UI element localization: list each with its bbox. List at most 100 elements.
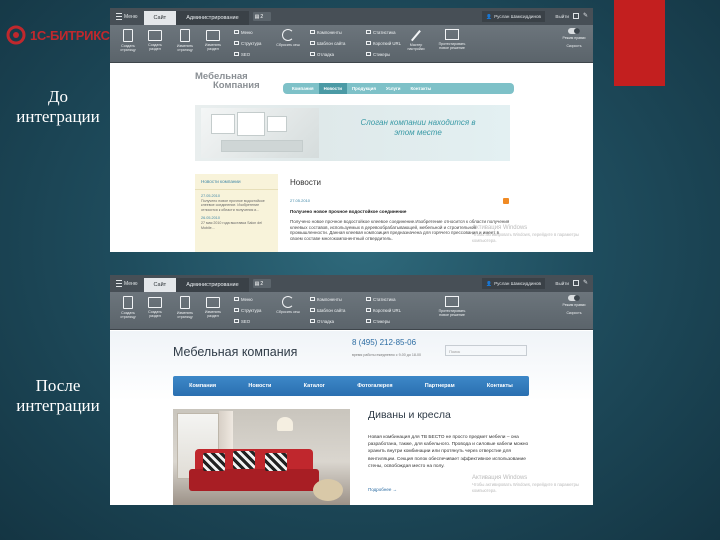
- site1-logo[interactable]: Мебельная Компания: [195, 72, 260, 91]
- stats-label: Статистика: [373, 296, 396, 302]
- reset-cache-button[interactable]: Сбросить кеш: [276, 296, 300, 314]
- edit-mode-toggle[interactable]: Режим правки Скорость: [559, 295, 589, 315]
- edit-section-label: Изменить раздел: [204, 310, 222, 318]
- site-template-icon: [310, 308, 315, 312]
- components-tool[interactable]: Компоненты: [310, 296, 342, 302]
- banner-frame: [211, 114, 235, 134]
- stats-tool[interactable]: Статистика: [366, 29, 396, 35]
- structure-tool[interactable]: Структура: [234, 40, 261, 46]
- decorative-red-bar: [614, 0, 665, 86]
- menu-tool[interactable]: Меню: [234, 29, 253, 35]
- sidebar-item-text[interactable]: Получено новое прочное водостойкое клеев…: [195, 199, 278, 212]
- stickers-tool[interactable]: Стикеры: [366, 318, 390, 324]
- preview-icon: [445, 296, 459, 307]
- preview-label: Протестировать новое решение: [438, 42, 466, 50]
- site1-nav-item[interactable]: Компания: [287, 83, 319, 94]
- new-folder-icon: [148, 30, 162, 41]
- create-section-button[interactable]: Создать раздел: [143, 296, 167, 318]
- window-icon[interactable]: [573, 280, 579, 286]
- site1-nav-item[interactable]: Услуги: [381, 83, 406, 94]
- stickers-tool[interactable]: Стикеры: [366, 51, 390, 57]
- admin-menu-label: Меню: [124, 13, 138, 20]
- site1-nav-item[interactable]: Новости: [318, 83, 347, 94]
- admin-menu-button[interactable]: Меню: [110, 275, 144, 292]
- pin-icon[interactable]: ✎: [583, 13, 589, 19]
- short-url-label: Короткий URL: [373, 307, 402, 313]
- user-button[interactable]: 👤 Руслан Шамсиддинов: [482, 278, 545, 289]
- site2-nav-item[interactable]: Компания: [189, 383, 216, 389]
- site-template-tool[interactable]: Шаблон сайта: [310, 307, 345, 313]
- debug-tool[interactable]: Отладка: [310, 318, 334, 324]
- tab-administration[interactable]: Администрирование: [176, 11, 249, 25]
- news-title[interactable]: Получено новое прочное водостойкое соеди…: [290, 209, 406, 214]
- watermark-title: Активация Windows: [472, 225, 528, 231]
- preview-button[interactable]: Протестировать новое решение: [434, 29, 470, 50]
- tab-site[interactable]: Сайт: [143, 278, 177, 292]
- short-url-tool[interactable]: Короткий URL: [366, 40, 401, 46]
- seo-tool[interactable]: SEO: [234, 318, 250, 324]
- notifications-badge[interactable]: ▤ 2: [252, 12, 271, 21]
- wizard-button[interactable]: Мастер настройки: [404, 29, 428, 51]
- edit-mode-toggle[interactable]: Режим правки Скорость: [559, 28, 589, 48]
- pin-icon[interactable]: ✎: [583, 280, 589, 286]
- user-button[interactable]: 👤 Руслан Шамсиддинов: [482, 11, 545, 22]
- reset-cache-button[interactable]: Сбросить кеш: [276, 29, 300, 47]
- logout-link[interactable]: Выйти: [555, 281, 569, 286]
- debug-tool[interactable]: Отладка: [310, 51, 334, 57]
- notifications-badge[interactable]: ▤ 2: [252, 279, 271, 288]
- more-link[interactable]: Подробнее →: [368, 487, 397, 492]
- admin-menu-button[interactable]: Меню: [110, 8, 144, 25]
- menu-tool[interactable]: Меню: [234, 296, 253, 302]
- edit-page-label: Изменить страницу: [176, 44, 194, 52]
- logout-link[interactable]: Выйти: [555, 14, 569, 19]
- caption-before: До интеграции: [16, 87, 100, 126]
- edit-folder-icon: [206, 297, 220, 308]
- structure-label: Структура: [241, 40, 262, 46]
- create-page-button[interactable]: Создать страницу: [116, 29, 140, 52]
- site2-nav-item[interactable]: Фотогалерея: [357, 383, 392, 389]
- site2-title[interactable]: Мебельная компания: [173, 345, 297, 359]
- create-page-button[interactable]: Создать страницу: [116, 296, 140, 319]
- structure-tool[interactable]: Структура: [234, 307, 261, 313]
- edit-page-button[interactable]: Изменить страницу: [173, 296, 197, 319]
- window-icon[interactable]: [573, 13, 579, 19]
- site2-nav-item[interactable]: Каталог: [304, 383, 325, 389]
- bitrix-logo: 1С-БИТРИКС: [6, 25, 110, 45]
- edit-page-button[interactable]: Изменить страницу: [173, 29, 197, 52]
- tab-administration[interactable]: Администрирование: [176, 278, 249, 292]
- rss-icon[interactable]: [503, 198, 509, 204]
- screenshot-after: Меню Сайт Администрирование ▤ 2 👤 Руслан…: [110, 275, 593, 505]
- admin-toolbar: Создать страницу Создать раздел Изменить…: [110, 25, 593, 63]
- preview-button[interactable]: Протестировать новое решение: [434, 296, 470, 317]
- edit-section-label: Изменить раздел: [204, 43, 222, 51]
- stats-tool[interactable]: Статистика: [366, 296, 396, 302]
- components-tool[interactable]: Компоненты: [310, 29, 342, 35]
- debug-label: Отладка: [317, 51, 334, 57]
- seo-tool[interactable]: SEO: [234, 51, 250, 57]
- stickers-icon: [366, 52, 371, 56]
- site2-nav-item[interactable]: Новости: [248, 383, 271, 389]
- photo-sofa-seat: [189, 469, 319, 491]
- structure-icon: [234, 41, 239, 45]
- edit-section-button[interactable]: Изменить раздел: [201, 29, 225, 51]
- edit-section-button[interactable]: Изменить раздел: [201, 296, 225, 318]
- search-input[interactable]: Поиск: [445, 345, 527, 356]
- wizard-label: Мастер настройки: [407, 43, 425, 51]
- site2-nav-item[interactable]: Контакты: [487, 383, 513, 389]
- debug-icon: [310, 52, 315, 56]
- site-template-label: Шаблон сайта: [317, 40, 346, 46]
- sidebar-item-text[interactable]: 27 мая 2010 года выставка Salon del Mobi…: [195, 221, 278, 230]
- site1-nav-item[interactable]: Контакты: [406, 83, 437, 94]
- site1-banner: Слоган компании находится в этом месте: [195, 105, 510, 161]
- tab-site[interactable]: Сайт: [143, 11, 177, 25]
- screenshot-before: Меню Сайт Администрирование ▤ 2 👤 Руслан…: [110, 8, 593, 252]
- site-template-tool[interactable]: Шаблон сайта: [310, 40, 345, 46]
- watermark-subtitle: Чтобы активировать Windows, перейдите в …: [472, 481, 579, 494]
- windows-watermark: Активация Windows Чтобы активировать Win…: [472, 475, 593, 495]
- new-page-icon: [123, 29, 133, 42]
- banner-frame: [267, 116, 287, 132]
- short-url-tool[interactable]: Короткий URL: [366, 307, 401, 313]
- site2-nav-item[interactable]: Партнерам: [425, 383, 455, 389]
- site1-nav-item[interactable]: Продукция: [347, 83, 381, 94]
- create-section-button[interactable]: Создать раздел: [143, 29, 167, 51]
